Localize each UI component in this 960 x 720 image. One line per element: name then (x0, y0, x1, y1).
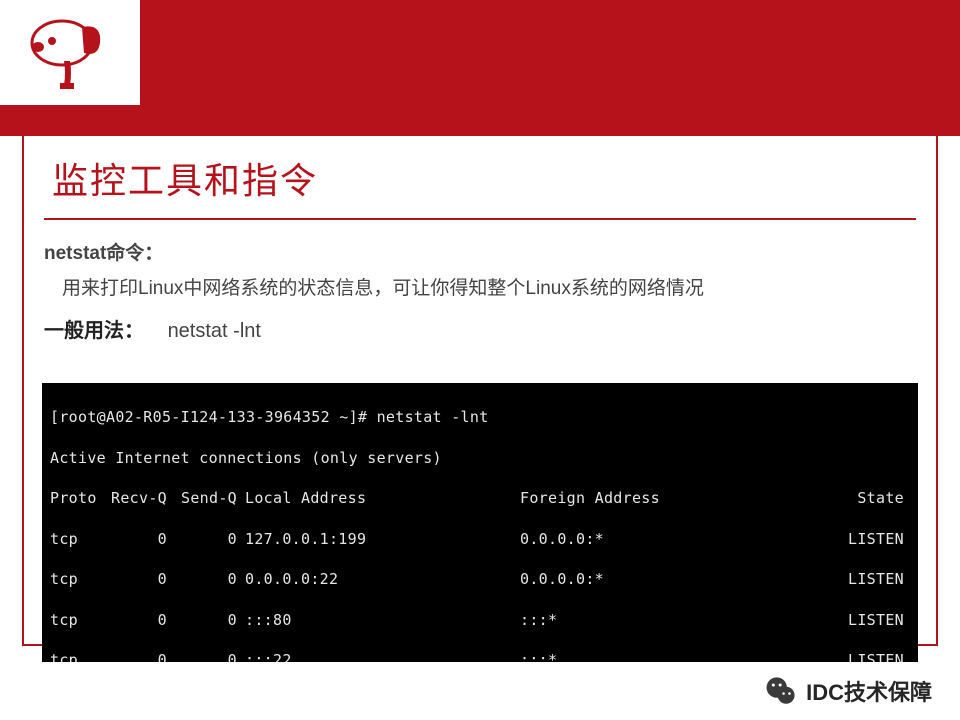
usage-label: 一般用法： (44, 320, 144, 342)
usage-line: 一般用法： netstat -lnt (44, 314, 916, 343)
terminal-row: tcp000.0.0.0:220.0.0.0:*LISTEN (50, 569, 910, 589)
usage-command: netstat -lnt (168, 320, 261, 342)
page-title: 监控工具和指令 (52, 152, 916, 204)
command-description: 用来打印Linux中网络系统的状态信息，可让你得知整个Linux系统的网络情况 (62, 273, 916, 300)
content-body: netstat命令： 用来打印Linux中网络系统的状态信息，可让你得知整个Li… (24, 220, 936, 715)
terminal-header-line: Active Internet connections (only server… (50, 448, 910, 468)
brand-logo (0, 0, 140, 105)
terminal-row: tcp00:::80:::*LISTEN (50, 610, 910, 630)
jd-dog-icon (20, 13, 120, 93)
terminal-row: tcp00127.0.0.1:1990.0.0.0:*LISTEN (50, 529, 910, 549)
title-block: 监控工具和指令 (44, 136, 916, 220)
terminal-prompt: [root@A02-R05-I124-133-3964352 ~]# netst… (50, 407, 910, 427)
content-card: 监控工具和指令 netstat命令： 用来打印Linux中网络系统的状态信息，可… (22, 136, 938, 646)
command-name: netstat命令： (44, 238, 916, 265)
wechat-icon (764, 674, 798, 708)
footer: IDC技术保障 (0, 662, 960, 720)
terminal-columns: ProtoRecv-QSend-QLocal AddressForeign Ad… (50, 488, 910, 508)
footer-label: IDC技术保障 (806, 675, 932, 707)
header-band (0, 0, 960, 136)
